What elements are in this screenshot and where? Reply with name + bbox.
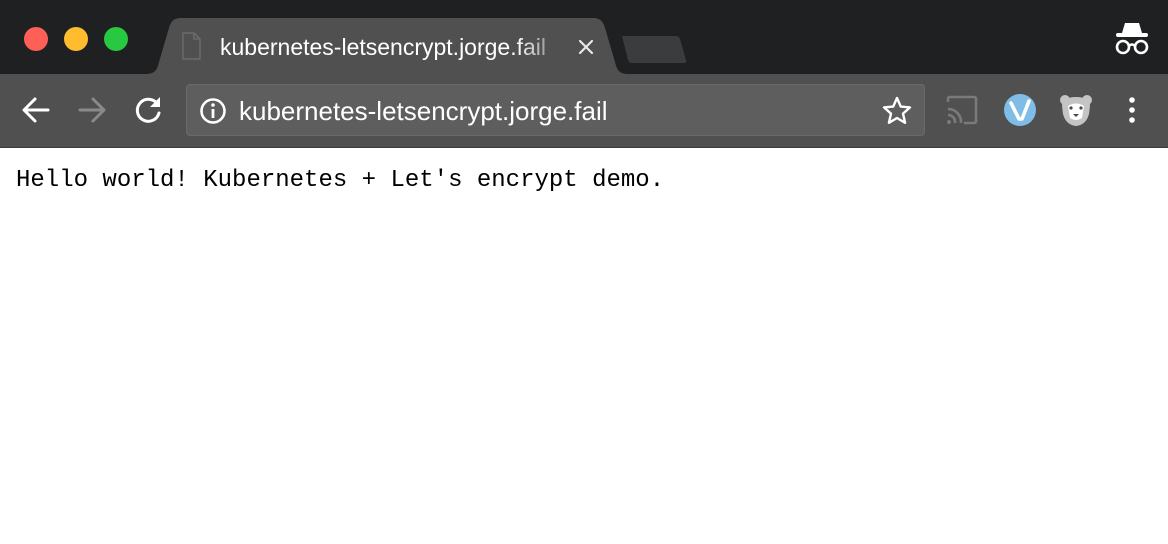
back-arrow-icon[interactable] xyxy=(18,92,54,128)
tab-close-icon[interactable] xyxy=(576,37,596,57)
url-text: kubernetes-letsencrypt.jorge.fail xyxy=(239,96,608,126)
info-icon[interactable] xyxy=(199,97,227,125)
address-bar[interactable]: kubernetes-letsencrypt.jorge.fail xyxy=(186,84,925,136)
incognito-icon xyxy=(1112,20,1152,56)
new-tab-button[interactable] xyxy=(620,34,688,64)
tab-title: kubernetes-letsencrypt.jorge.fail xyxy=(220,34,546,60)
window-zoom-button[interactable] xyxy=(104,27,128,51)
vimium-icon[interactable] xyxy=(1002,92,1038,128)
forward-arrow-icon[interactable] xyxy=(74,92,110,128)
active-tab[interactable]: kubernetes-letsencrypt.jorge.fail xyxy=(145,18,629,74)
window-minimize-button[interactable] xyxy=(64,27,88,51)
body-text: Hello world! Kubernetes + Let's encrypt … xyxy=(16,167,665,194)
page-icon xyxy=(181,32,201,60)
privacy-badger-icon[interactable] xyxy=(1058,92,1094,128)
window-close-button[interactable] xyxy=(24,27,48,51)
reload-icon[interactable] xyxy=(130,92,166,128)
browser-window: kubernetes-letsencrypt.jorge.fail kubern… xyxy=(0,0,1168,544)
tab-strip: kubernetes-letsencrypt.jorge.fail xyxy=(0,0,1168,74)
star-icon[interactable] xyxy=(881,95,913,127)
page-content: Hello world! Kubernetes + Let's encrypt … xyxy=(0,148,1168,544)
toolbar: kubernetes-letsencrypt.jorge.fail xyxy=(0,74,1168,148)
cast-icon[interactable] xyxy=(944,92,980,128)
kebab-menu-icon[interactable] xyxy=(1114,92,1150,128)
